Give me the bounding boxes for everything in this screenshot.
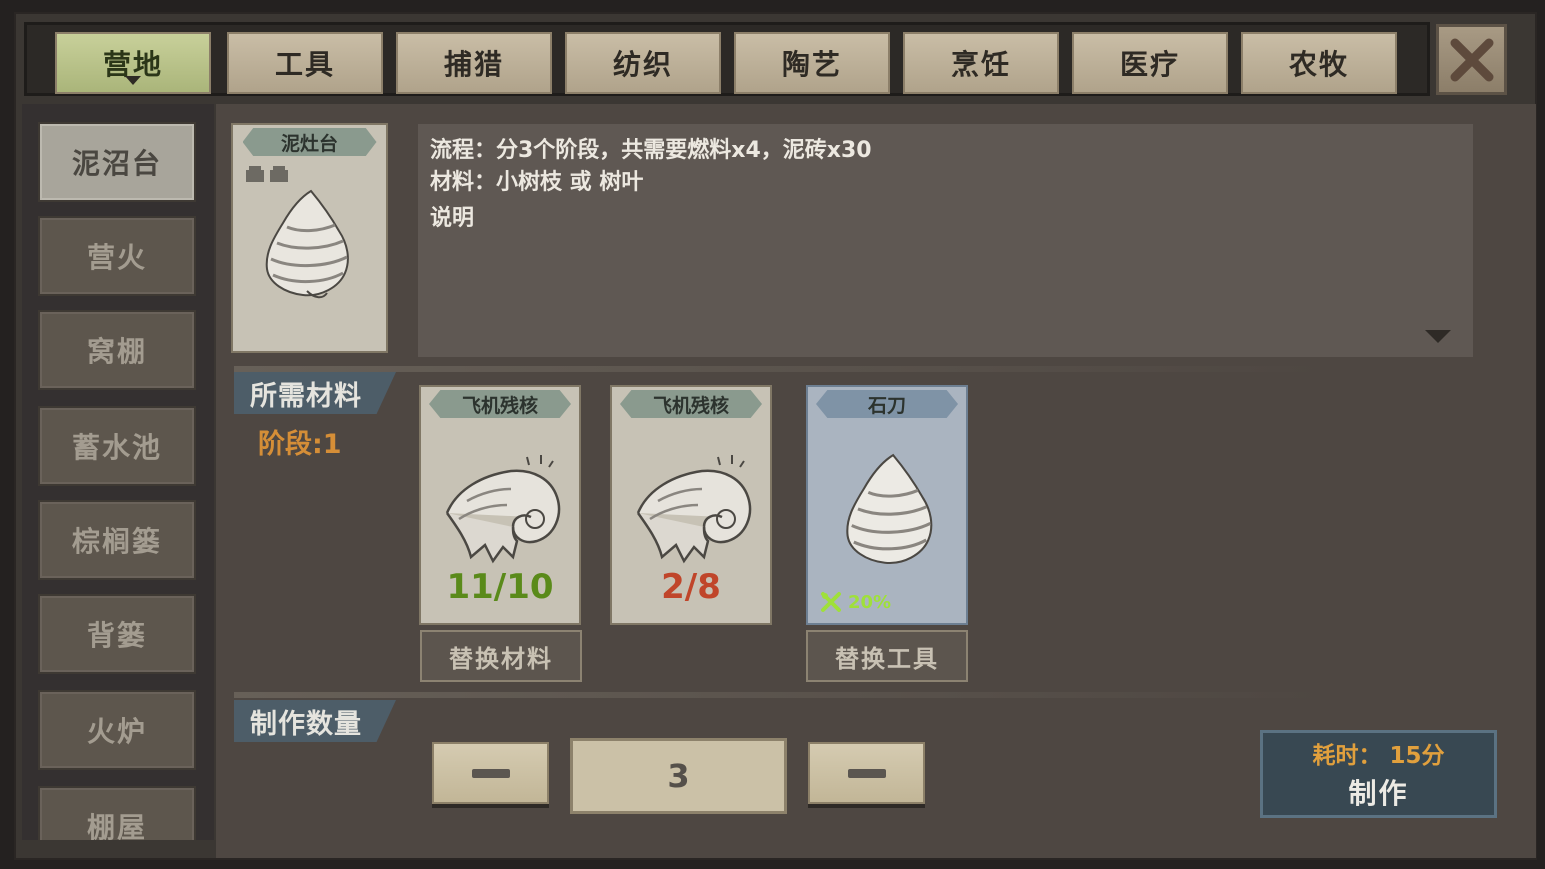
caret-down-icon <box>125 76 141 85</box>
materials-text: 材料：小树枝 或 树叶 <box>430 170 644 195</box>
item-name: 泥灶台 <box>280 132 338 155</box>
tool-name-ribbon: 石刀 <box>816 390 958 418</box>
quantity-label: 制作数量 <box>234 700 396 742</box>
tab-label: 烹饪 <box>950 48 1011 81</box>
sidebar-item-label: 火炉 <box>86 715 147 748</box>
quantity-input[interactable]: 3 <box>570 738 787 814</box>
craft-time: 耗时： 15分 <box>1312 743 1445 769</box>
material-name: 飞机残核 <box>652 394 729 417</box>
sidebar-item-label: 棕榈篓 <box>71 525 162 558</box>
increase-quantity-button[interactable] <box>808 742 925 804</box>
process-text: 流程：分3个阶段，共需要燃料x4，泥砖x30 <box>430 138 872 163</box>
quantity-value: 3 <box>667 757 690 795</box>
tab-camp[interactable]: 营地 <box>55 32 211 94</box>
material-name-ribbon: 飞机残核 <box>429 390 571 418</box>
note-text: 说明 <box>430 206 475 231</box>
sidebar-item-label: 棚屋 <box>86 811 147 840</box>
description-panel[interactable]: 流程：分3个阶段，共需要燃料x4，泥砖x30 材料：小树枝 或 树叶 说明 <box>418 124 1473 357</box>
sidebar-item-stove[interactable]: 火炉 <box>38 690 196 770</box>
sidebar-item-reservoir[interactable]: 蓄水池 <box>38 406 196 486</box>
divider <box>234 692 1324 698</box>
section-title: 所需材料 <box>250 380 362 412</box>
sidebar-item-mud-platform[interactable]: 泥沼台 <box>38 122 196 202</box>
sidebar-item-campfire[interactable]: 营火 <box>38 216 196 296</box>
sidebar-item-hut[interactable]: 棚屋 <box>38 786 196 840</box>
decrease-quantity-button[interactable] <box>432 742 549 804</box>
material-count: 11/10 <box>446 567 554 607</box>
tab-medical[interactable]: 医疗 <box>1072 32 1228 94</box>
tool-name: 石刀 <box>867 394 906 417</box>
tab-label: 纺织 <box>612 48 673 81</box>
material-card[interactable]: 飞机残核 11/10 <box>419 385 581 625</box>
category-tab-bar: 营地 工具 捕猎 纺织 陶艺 烹饪 医疗 农牧 <box>24 22 1430 96</box>
tool-bonus-value: 20% <box>848 591 892 613</box>
tools-icon <box>821 592 841 612</box>
material-count: 2/8 <box>661 567 721 607</box>
button-label: 替换材料 <box>449 644 553 673</box>
sidebar: 泥沼台 营火 窝棚 蓄水池 棕榈篓 背篓 火炉 棚屋 <box>22 104 214 840</box>
craft-label: 制作 <box>1348 777 1409 810</box>
minus-icon <box>847 768 886 778</box>
sidebar-item-label: 泥沼台 <box>71 147 162 180</box>
replace-material-button[interactable]: 替换材料 <box>420 630 582 682</box>
tab-tools[interactable]: 工具 <box>227 32 383 94</box>
material-name-ribbon: 飞机残核 <box>620 390 762 418</box>
sidebar-item-label: 窝棚 <box>86 335 147 368</box>
tool-bonus: 20% <box>820 591 891 613</box>
close-button[interactable] <box>1436 24 1507 95</box>
tool-card[interactable]: 石刀 20% <box>806 385 968 625</box>
item-name-ribbon: 泥灶台 <box>242 128 377 156</box>
material-card[interactable]: 飞机残核 2/8 <box>610 385 772 625</box>
sidebar-item-backpack-basket[interactable]: 背篓 <box>38 594 196 674</box>
cloth-roll-icon <box>628 453 756 575</box>
tab-label: 捕猎 <box>443 48 504 81</box>
tab-cooking[interactable]: 烹饪 <box>903 32 1059 94</box>
sidebar-item-label: 营火 <box>86 241 147 274</box>
tab-weaving[interactable]: 纺织 <box>565 32 721 94</box>
material-name: 飞机残核 <box>461 394 538 417</box>
stone-knife-icon <box>840 451 938 575</box>
item-card: 泥灶台 <box>231 123 388 353</box>
tab-hunting[interactable]: 捕猎 <box>396 32 552 94</box>
minus-icon <box>471 768 510 778</box>
scroll-down-arrow-icon[interactable] <box>1425 330 1451 343</box>
replace-tool-button[interactable]: 替换工具 <box>806 630 968 682</box>
sidebar-item-palm-basket[interactable]: 棕榈篓 <box>38 500 196 580</box>
mud-clay-pile-icon <box>261 187 353 307</box>
tab-label: 农牧 <box>1288 48 1349 81</box>
sidebar-item-shack[interactable]: 窝棚 <box>38 310 196 390</box>
required-materials-label: 所需材料 <box>234 372 396 414</box>
tab-label: 陶艺 <box>781 48 842 81</box>
sidebar-item-label: 蓄水池 <box>71 431 162 464</box>
tab-label: 医疗 <box>1119 48 1180 81</box>
button-label: 替换工具 <box>835 644 939 673</box>
cloth-roll-icon <box>437 453 565 575</box>
craft-button[interactable]: 耗时： 15分 制作 <box>1260 730 1497 818</box>
close-x-icon <box>1450 38 1493 81</box>
stage-label: 阶段:1 <box>258 429 342 460</box>
level-indicator-icon <box>245 165 295 187</box>
divider <box>234 366 1324 372</box>
section-title: 制作数量 <box>250 708 362 740</box>
tab-pottery[interactable]: 陶艺 <box>734 32 890 94</box>
tab-label: 工具 <box>274 48 335 81</box>
tab-farming[interactable]: 农牧 <box>1241 32 1397 94</box>
sidebar-item-label: 背篓 <box>86 619 147 652</box>
